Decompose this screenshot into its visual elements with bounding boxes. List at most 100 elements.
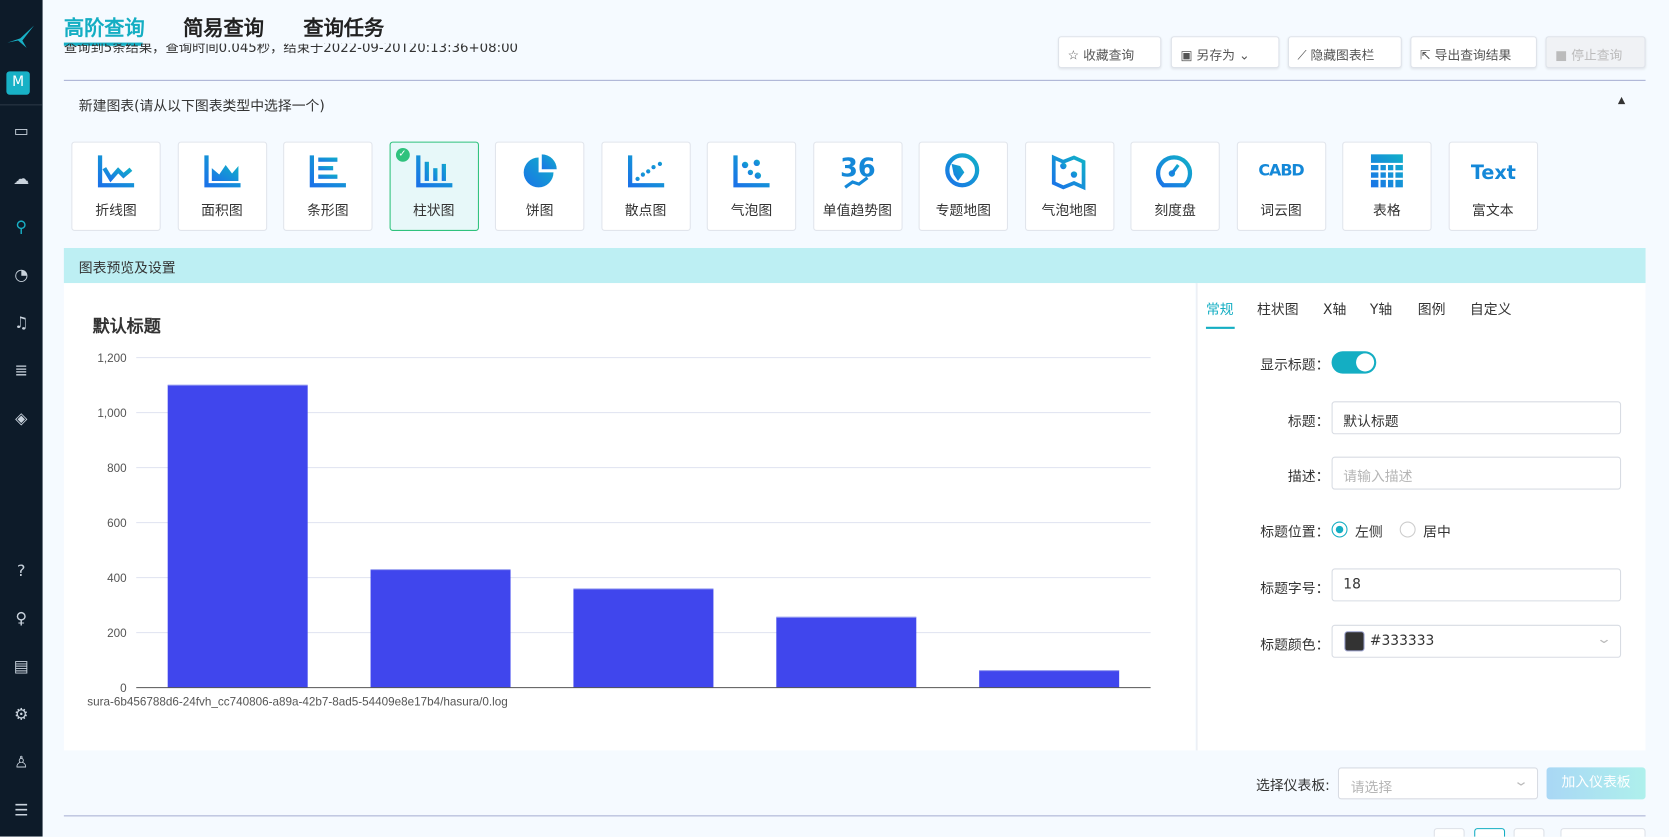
chart-type-table[interactable]: 表格	[1342, 141, 1432, 231]
collapse-caret-icon[interactable]: ▲	[1618, 96, 1625, 107]
settings-tab-y-axis[interactable]: Y轴	[1370, 298, 1392, 318]
chart-type-label: 气泡图	[730, 203, 773, 220]
selected-check-icon: ✓	[395, 147, 410, 162]
active-settings-tab-indicator	[1205, 326, 1235, 329]
divider	[63, 79, 1646, 81]
chart-type-globe-map[interactable]: 专题地图	[918, 141, 1008, 231]
position-center-radio[interactable]	[1399, 521, 1416, 538]
gear-icon[interactable]: ⚙	[9, 701, 35, 727]
chart-type-label: 条形图	[307, 203, 349, 220]
dashboard-icon[interactable]: ▭	[9, 118, 35, 144]
bar-chart: 0 200 400 600 800 1,000 1,200 sura-6b456788d6-2…	[87, 352, 1151, 709]
tab-advanced-query[interactable]: 高阶查询	[64, 13, 145, 42]
area-chart-icon	[203, 155, 241, 188]
database-icon[interactable]: ≣	[9, 358, 35, 384]
logo	[5, 23, 37, 49]
title-input[interactable]: 默认标题	[1331, 401, 1622, 435]
chart-type-scatter-chart[interactable]: 散点图	[600, 141, 691, 231]
y-tick-label: 600	[107, 517, 127, 530]
menu-indent-icon[interactable]: ☰	[9, 797, 35, 823]
tab-simple-query[interactable]: 简易查询	[183, 13, 264, 42]
column-chart-icon	[415, 155, 452, 188]
new-chart-title: 新建图表(请从以下图表类型中选择一个)	[78, 98, 325, 115]
settings-tab-x-axis[interactable]: X轴	[1323, 298, 1346, 318]
pagination-next-button[interactable]	[1513, 828, 1545, 837]
bar	[979, 670, 1120, 688]
title-color-picker[interactable]: #333333 ⌄	[1331, 624, 1622, 658]
y-tick-label: 1,000	[97, 407, 127, 420]
favorite-query-button[interactable]: ☆ 收藏查询	[1058, 36, 1162, 69]
title-font-size-input[interactable]: 18	[1331, 568, 1622, 602]
stop-query-button[interactable]: ■ 停止查询	[1545, 36, 1646, 69]
pie-chart-icon	[523, 154, 557, 188]
chart-type-line-chart[interactable]: 折线图	[71, 141, 161, 231]
settings-tab-general[interactable]: 常规	[1206, 298, 1234, 318]
pagination-page-button[interactable]	[1474, 828, 1506, 837]
chevron-down-icon: ⌄	[1512, 773, 1530, 789]
help-icon[interactable]: ?	[9, 558, 35, 584]
position-left-label[interactable]: 左侧	[1355, 520, 1383, 541]
chart-type-bubble-map[interactable]: 气泡地图	[1024, 141, 1114, 231]
position-center-label[interactable]: 居中	[1423, 520, 1451, 541]
chart-type-label: 柱状图	[412, 203, 455, 220]
query-summary: 查询到5条结果，查询时间0.045秒，结束于2022-09-20T20:13:3…	[63, 43, 518, 56]
settings-tab-legend[interactable]: 图例	[1418, 298, 1446, 318]
single-value-trend-icon: 36	[840, 154, 876, 189]
hide-chart-button[interactable]: ⟋ 隐藏图表栏	[1287, 36, 1402, 69]
dashboard-select[interactable]: 请选择 ⌄	[1337, 767, 1539, 800]
position-left-radio[interactable]	[1331, 521, 1348, 538]
bubble-map-icon	[1051, 154, 1085, 191]
layers-icon[interactable]: ◈	[9, 406, 35, 432]
show-title-toggle[interactable]	[1331, 351, 1377, 374]
description-label: 描述：	[1287, 469, 1330, 486]
chart-type-rich-text[interactable]: Text 富文本	[1448, 141, 1538, 231]
pagination-prev-button[interactable]	[1433, 828, 1465, 837]
export-results-button[interactable]: ⇱ 导出查询结果	[1410, 36, 1537, 69]
title-label: 标题：	[1287, 414, 1330, 431]
upload-icon[interactable]: ☁	[9, 166, 35, 192]
settings-tab-custom[interactable]: 自定义	[1470, 298, 1512, 318]
word-cloud-icon: CABD	[1258, 160, 1304, 180]
table-icon	[1370, 154, 1403, 188]
search-icon[interactable]: ⚲	[9, 214, 35, 240]
dial-gauge-icon	[1155, 155, 1193, 188]
color-value: #333333	[1369, 633, 1435, 650]
title-color-label: 标题颜色：	[1260, 637, 1330, 654]
chart-type-label: 单值趋势图	[822, 203, 892, 220]
chart-type-column-chart[interactable]: ✓ 柱状图	[389, 141, 479, 231]
scatter-chart-icon	[627, 155, 664, 188]
chart-type-dial-gauge[interactable]: 刻度盘	[1130, 141, 1220, 231]
tab-query-tasks[interactable]: 查询任务	[303, 13, 384, 42]
chart-type-bubble-chart[interactable]: 气泡图	[706, 141, 797, 231]
user-icon[interactable]: ♙	[9, 749, 35, 775]
page-size-select[interactable]	[1560, 828, 1646, 837]
gauge-icon[interactable]: ◔	[9, 262, 35, 288]
title-position-label: 标题位置：	[1260, 524, 1330, 541]
chart-type-horizontal-bar-chart[interactable]: 条形图	[283, 141, 373, 231]
y-tick-label: 1,200	[97, 352, 127, 365]
description-input[interactable]: 请输入描述	[1331, 456, 1622, 490]
show-title-label: 显示标题：	[1260, 357, 1330, 374]
chart-type-label: 气泡地图	[1041, 203, 1097, 220]
title-font-size-label: 标题字号：	[1260, 581, 1330, 598]
chart-type-label: 表格	[1373, 203, 1401, 220]
avatar[interactable]: M	[6, 71, 30, 95]
chart-type-pie-chart[interactable]: 饼图	[494, 141, 585, 231]
settings-tab-column[interactable]: 柱状图	[1257, 298, 1299, 318]
chart-type-single-value-trend[interactable]: 36 单值趋势图	[812, 141, 903, 231]
chart-type-label: 词云图	[1260, 203, 1302, 220]
chat-icon[interactable]: ▤	[9, 654, 35, 680]
horizontal-bar-chart-icon	[309, 155, 346, 188]
bell-icon[interactable]: ♫	[9, 310, 35, 336]
chart-type-word-cloud[interactable]: CABD 词云图	[1236, 141, 1326, 231]
line-chart-icon	[97, 155, 135, 188]
save-as-button[interactable]: ▣ 另存为 ⌄	[1170, 36, 1280, 69]
add-to-dashboard-button[interactable]: 加入仪表板	[1546, 767, 1646, 800]
lightbulb-icon[interactable]: ♀	[9, 606, 35, 632]
chart-type-area-chart[interactable]: 面积图	[177, 141, 267, 231]
chart-type-label: 面积图	[201, 203, 243, 220]
chart-preview: 默认标题 0 200 400 600 800 1,000 1,200 sura-6b45678…	[63, 283, 1196, 751]
bar	[776, 617, 917, 688]
settings-panel: 常规 柱状图 X轴 Y轴 图例 自定义 显示标题： 标题： 默认标题 描述： 请…	[1196, 283, 1646, 751]
svg-text:36: 36	[840, 154, 876, 184]
